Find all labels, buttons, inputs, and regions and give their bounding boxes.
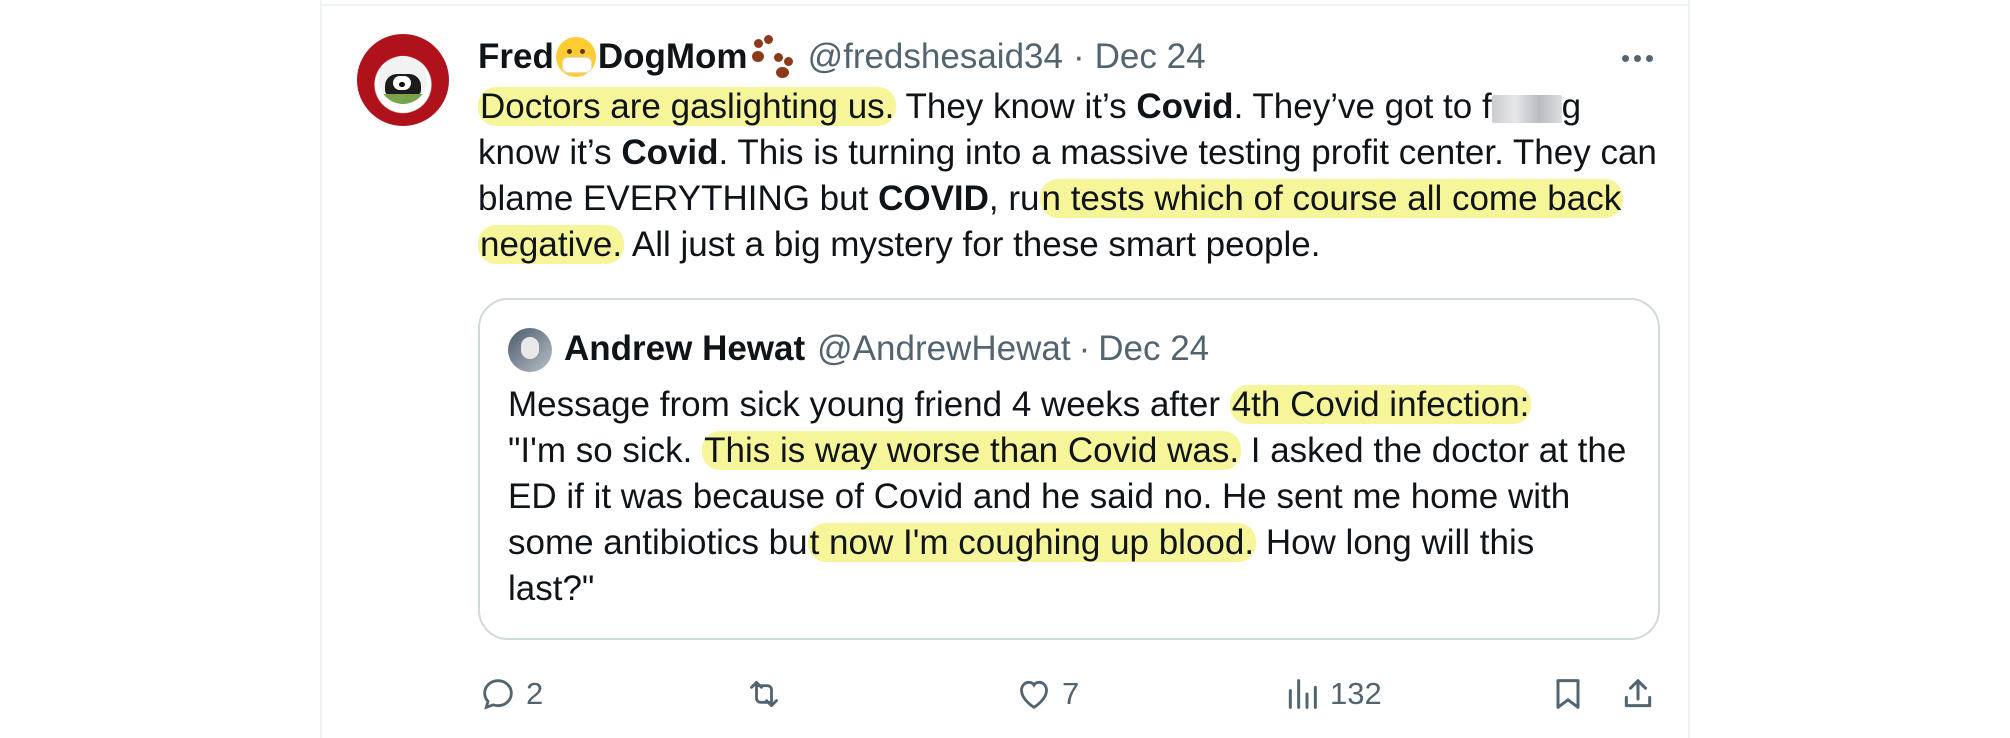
bold-text: COVID [878,179,989,218]
separator-dot: · [1072,37,1085,76]
quoted-author-avatar[interactable] [508,328,552,372]
text-segment: All just a big mystery for these smart p… [624,225,1321,264]
more-icon[interactable] [1622,48,1656,68]
timeline-left-border [320,0,322,738]
avatar-photo [379,56,427,104]
text-segment: some antibiotics bu [508,523,808,562]
share-button[interactable] [1618,670,1658,718]
retweet-button[interactable] [744,670,792,718]
tweet-actions: 2 7 132 [478,670,1662,718]
highlighted-text: 4th Covid infection: [1229,385,1532,424]
text-segment: g [1561,87,1582,126]
tweet-line: negative. All just a big mystery for the… [478,222,1678,268]
highlighted-text: Doctors are gaslighting us. [478,87,897,126]
reply-count: 2 [526,676,544,711]
timeline-right-border [1688,0,1690,738]
paw-prints-emoji-icon [750,35,794,79]
tweet-date[interactable]: Dec 24 [1095,37,1206,77]
quoted-line: "I'm so sick. This is way worse than Cov… [508,428,1638,474]
text-segment: . They’ve got to f [1233,87,1492,126]
mask-face-emoji-icon [555,37,596,77]
bookmark-button[interactable] [1548,670,1588,718]
text-segment: I asked the doctor at the [1241,431,1627,470]
quoted-line: some antibiotics but now I'm coughing up… [508,520,1638,566]
quoted-author-handle[interactable]: @AndrewHewat [817,329,1070,369]
text-segment: blame EVERYTHING but [478,179,879,218]
quoted-line: last?" [508,566,1638,612]
like-icon [1020,680,1048,709]
tweet-text: Doctors are gaslighting us. They know it… [478,84,1678,268]
like-button[interactable]: 7 [1014,670,1079,718]
tweet-divider [322,4,1688,6]
author-handle[interactable]: @fredshesaid34 [808,37,1063,77]
reply-button[interactable]: 2 [478,670,543,718]
author-avatar[interactable] [357,34,449,126]
author-name[interactable]: Fred [478,37,554,77]
tweet-line: blame EVERYTHING but COVID, run tests wh… [478,176,1678,222]
quoted-tweet-text: Message from sick young friend 4 weeks a… [508,382,1638,612]
text-segment: They know it’s [896,87,1137,126]
highlighted-text: This is way worse than Covid was. [702,431,1242,470]
views-icon [1288,679,1317,709]
share-icon [1624,679,1652,708]
text-segment: know it’s [478,133,622,172]
tweet-line: know it’s Covid. This is turning into a … [478,130,1678,176]
text-segment: last?" [508,569,595,608]
text-segment: ED if it was because of Covid and he sai… [508,477,1571,516]
retweet-icon [750,680,778,708]
separator-dot: · [1078,329,1091,368]
bold-text: Covid [621,133,719,172]
quoted-author-name[interactable]: Andrew Hewat [564,329,805,369]
text-segment: Message from sick young friend 4 weeks a… [508,385,1230,424]
bookmark-icon [1556,679,1580,709]
quoted-line: ED if it was because of Covid and he sai… [508,474,1638,520]
reply-icon [483,679,513,710]
views-button[interactable]: 132 [1282,670,1382,718]
highlighted-text: n tests which of course all come back [1039,179,1624,218]
author-name-suffix[interactable]: DogMom [598,37,748,77]
text-segment: "I'm so sick. [508,431,703,470]
highlighted-text: t now I'm coughing up blood. [807,523,1257,562]
bold-text: Covid [1136,87,1234,126]
tweet-header: Fred DogMom @fredshesaid34 · Dec 24 [478,34,1206,80]
views-count: 132 [1330,676,1382,711]
censored-word-blur [1491,94,1562,123]
text-segment: . This is turning into a massive testing… [718,133,1657,172]
text-segment: , ru [988,179,1040,218]
quoted-tweet-header: Andrew Hewat @AndrewHewat · Dec 24 [564,326,1209,372]
text-segment: How long will this [1256,523,1535,562]
tweet-line: Doctors are gaslighting us. They know it… [478,84,1678,130]
quoted-tweet-date[interactable]: Dec 24 [1098,329,1209,369]
quoted-tweet-card[interactable]: Andrew Hewat @AndrewHewat · Dec 24 Messa… [478,298,1660,640]
like-count: 7 [1062,676,1080,711]
highlighted-text: negative. [478,225,625,264]
quoted-line: Message from sick young friend 4 weeks a… [508,382,1638,428]
